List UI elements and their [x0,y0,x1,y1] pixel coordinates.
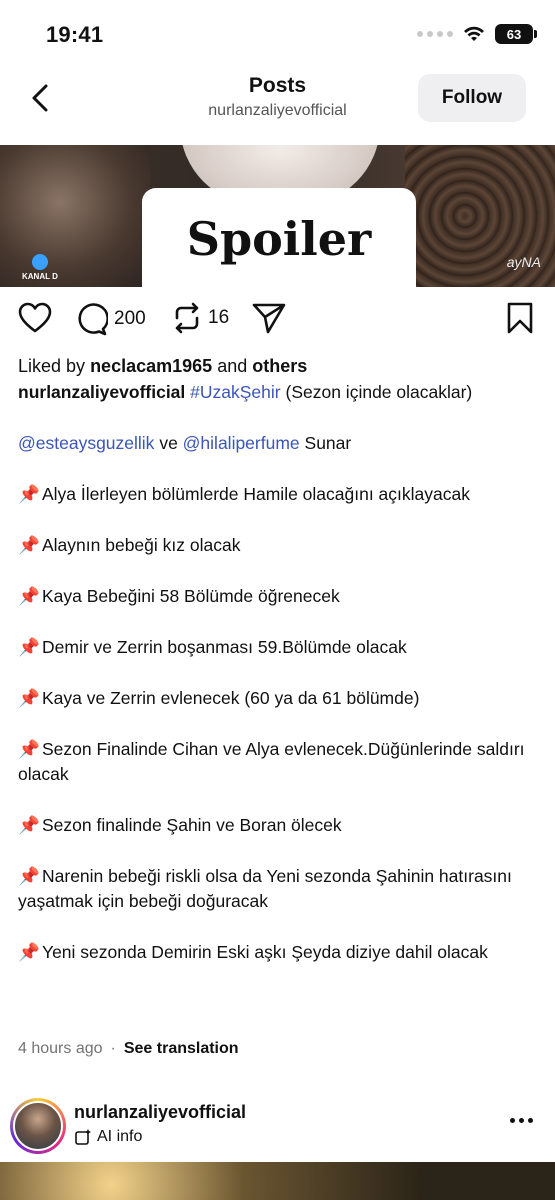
battery-indicator: 63 [495,24,537,44]
see-translation-link[interactable]: See translation [124,1040,239,1058]
pushpin-icon: 📌 [18,866,40,886]
avatar[interactable] [10,1098,66,1154]
spoiler-label: Spoiler [186,212,372,266]
pushpin-icon: 📌 [18,815,40,835]
follow-button[interactable]: Follow [418,74,526,122]
caption-item: 📌 Narenin bebeği riskli olsa da Yeni sezo… [18,866,512,911]
post-caption: Liked by neclacam1965 and others nurlanz… [18,352,538,965]
wifi-icon [464,26,484,41]
caption-author[interactable]: nurlanzaliyevofficial [18,382,185,402]
mention-link[interactable]: @hilaliperfume [183,433,300,453]
hashtag-link[interactable]: #UzakŞehir [190,382,280,402]
caption-item: 📌 Kaya ve Zerrin evlenecek (60 ya da 61 b… [18,686,538,711]
ayna-logo: ayNA [506,254,541,270]
pushpin-icon: 📌 [18,688,40,708]
post-meta: 4 hours ago · See translation [18,1040,239,1058]
next-post-header: nurlanzaliyevofficial AI info [0,1096,555,1156]
comments-count: 200 [114,308,146,329]
kanal-d-logo: KANAL D [22,254,58,281]
comment-button[interactable]: 200 [74,302,146,336]
caption-intro: nurlanzaliyevofficial #UzakŞehir (Sezon … [18,382,473,402]
pushpin-icon: 📌 [18,942,40,962]
likes-line: Liked by neclacam1965 and others [18,356,308,376]
repost-icon [175,302,199,334]
status-indicators: 63 [417,24,537,44]
next-post-media[interactable] [0,1162,555,1200]
nav-header: Posts nurlanzaliyevofficial Follow [0,70,555,140]
mention-link[interactable]: @esteaysguzellik [18,433,154,453]
signal-dots-icon [417,31,453,37]
caption-item: 📌 Alya İlerleyen bölümlerde Hamile olacağ… [18,482,538,507]
caption-item: 📌 Demir ve Zerrin boşanması 59.Bölümde ol… [18,635,538,660]
next-post-username[interactable]: nurlanzaliyevofficial [74,1102,246,1123]
pushpin-icon: 📌 [18,535,40,555]
status-time: 19:41 [46,22,104,47]
share-icon [252,303,286,334]
caption-item: 📌 Kaya Bebeğini 58 Bölümde öğrenecek [18,584,538,609]
caption-item: 📌 Yeni sezonda Demirin Eski aşkı Şeyda di… [18,940,538,965]
pushpin-icon: 📌 [18,586,40,606]
comment-icon [78,303,108,336]
action-bar: 200 16 [0,300,555,340]
timestamp: 4 hours ago [18,1040,103,1057]
ai-info-icon [75,1129,91,1145]
ai-info-label[interactable]: AI info [74,1128,142,1146]
pushpin-icon: 📌 [18,637,40,657]
heart-icon [18,302,52,333]
repost-button[interactable]: 16 [172,302,229,334]
more-icon[interactable] [510,1118,533,1123]
pushpin-icon: 📌 [18,484,40,504]
status-bar: 19:41 63 [0,0,555,70]
sponsor-line: @esteaysguzellik ve @hilaliperfume Sunar [18,433,352,453]
save-button[interactable] [506,302,534,334]
liked-by-user[interactable]: neclacam1965 [90,356,212,376]
caption-item: 📌 Alaynın bebeği kız olacak [18,533,538,558]
bookmark-icon [507,302,533,334]
share-button[interactable] [252,302,286,334]
caption-item: 📌 Sezon finalinde Şahin ve Boran ölecek [18,813,538,838]
like-button[interactable] [18,302,52,334]
liked-by-others[interactable]: others [252,356,307,376]
pushpin-icon: 📌 [18,739,40,759]
caption-item: 📌 Sezon Finalinde Cihan ve Alya evlenecek… [18,739,525,784]
reposts-count: 16 [208,307,230,328]
